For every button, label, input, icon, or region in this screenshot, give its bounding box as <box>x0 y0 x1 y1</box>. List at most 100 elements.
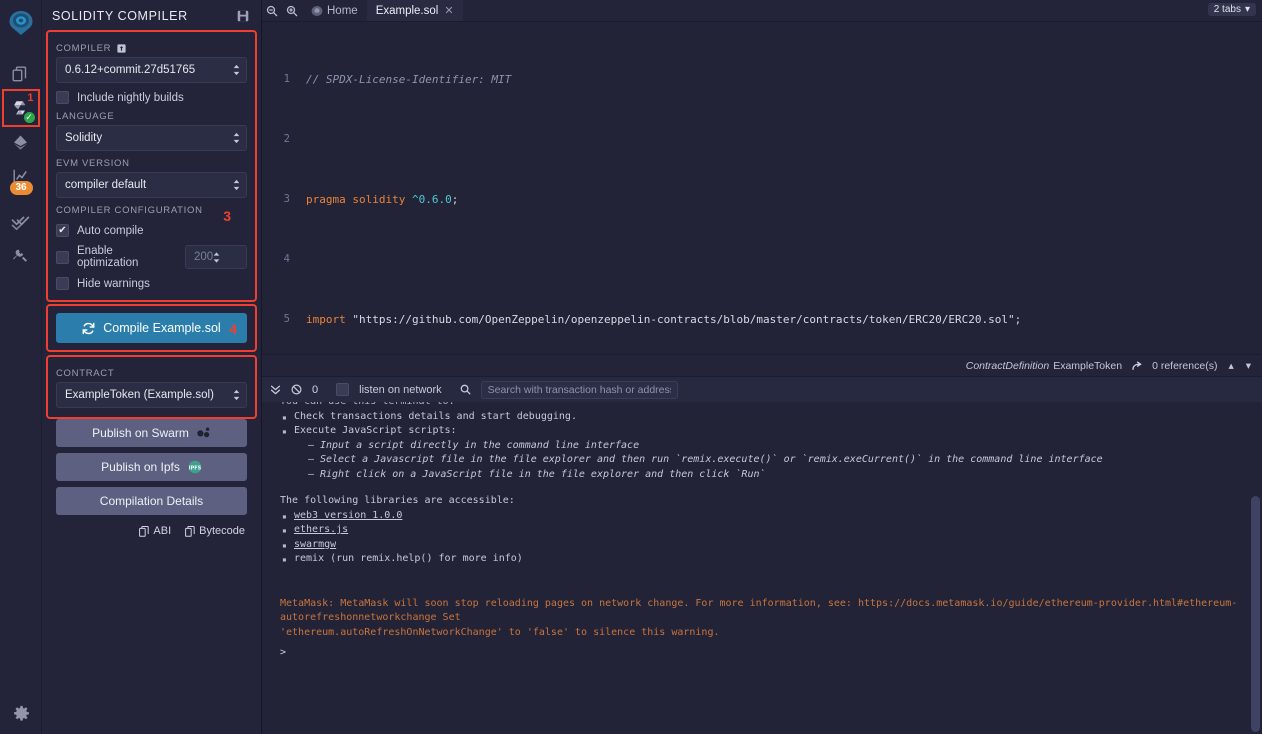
remix-ide-window: 1 ✓ 36 SOLIDITY COMPILER 3 COMPILER 0.6.… <box>0 0 1262 734</box>
include-nightly-builds-row[interactable]: Include nightly builds <box>56 91 247 104</box>
sidebar-item-deploy-and-run[interactable] <box>0 125 42 159</box>
sidebar-item-plugin-manager[interactable] <box>0 239 42 273</box>
contract-select-group: 2 CONTRACT ExampleToken (Example.sol) <box>46 355 257 419</box>
tabs-count-label: 2 tabs <box>1213 4 1241 15</box>
contract-select[interactable]: ExampleToken (Example.sol) <box>56 382 247 408</box>
library-link-web3[interactable]: web3 version 1.0.0 <box>294 510 402 521</box>
auto-compile-label: Auto compile <box>77 224 144 237</box>
optimization-runs-stepper[interactable]: 200 <box>185 245 247 269</box>
ban-clear-icon[interactable] <box>291 384 302 395</box>
terminal-line: Input a script directly in the command l… <box>280 439 1262 454</box>
tabs-count-dropdown[interactable]: 2 tabs ▾ <box>1207 3 1256 16</box>
line-number: 1 <box>283 73 290 85</box>
terminal-line: ethers.js <box>280 523 1262 538</box>
code-content: 1 // SPDX-License-Identifier: MIT 2 3 pr… <box>262 22 1262 354</box>
copy-bytecode-label: Bytecode <box>199 525 245 537</box>
publish-on-swarm-label: Publish on Swarm <box>92 426 189 440</box>
listen-on-network-checkbox[interactable] <box>336 383 350 396</box>
sidebar-item-solidity-analyzers[interactable]: 36 <box>0 159 42 195</box>
editor-status-bar: ContractDefinition ExampleToken 0 refere… <box>262 354 1262 376</box>
terminal-warning-line-1: MetaMask: MetaMask will soon stop reload… <box>280 597 1238 624</box>
compiler-config-group: 3 COMPILER 0.6.12+commit.27d51765 Includ… <box>46 30 257 302</box>
hide-warnings-checkbox[interactable] <box>56 277 69 290</box>
sidebar-item-solidity-compiler[interactable]: 1 ✓ <box>1 89 40 127</box>
tab-home[interactable]: Home <box>302 0 367 21</box>
line-number: 5 <box>283 313 290 325</box>
solidity-compiler-panel: SOLIDITY COMPILER 3 COMPILER 0.6.12+comm… <box>42 0 262 734</box>
terminal-line: Execute JavaScript scripts: <box>280 424 1262 439</box>
compiler-badge-number: 1 <box>27 92 34 104</box>
contract-label: CONTRACT <box>56 368 115 379</box>
terminal-line: Select a Javascript file in the file exp… <box>280 453 1262 468</box>
remix-home-icon <box>311 5 323 17</box>
enable-optimization-checkbox[interactable] <box>56 250 69 264</box>
line-number: 2 <box>283 133 290 145</box>
publish-on-ipfs-button[interactable]: Publish on Ipfs IPFS <box>56 453 247 481</box>
evm-version-value: compiler default <box>65 179 147 191</box>
compiler-label-text: COMPILER <box>56 43 112 54</box>
refresh-icon <box>82 322 95 335</box>
compile-button-group: 4 Compile Example.sol <box>46 304 257 352</box>
enable-optimization-row[interactable]: Enable optimization 200 <box>56 245 247 269</box>
hide-warnings-row[interactable]: Hide warnings <box>56 277 247 290</box>
terminal-prompt: > <box>280 647 287 658</box>
symbol-name: ExampleToken <box>1053 359 1123 372</box>
terminal-output[interactable]: You can use this terminal to: Check tran… <box>262 402 1262 734</box>
zoom-out-icon[interactable] <box>262 0 282 21</box>
chevron-down-icon: ▾ <box>1244 4 1250 15</box>
code-line: 5 import "https://github.com/OpenZeppeli… <box>262 312 1262 327</box>
compilation-details-button[interactable]: Compilation Details <box>56 487 247 515</box>
terminal-scrollbar[interactable] <box>1251 430 1260 732</box>
publish-on-swarm-button[interactable]: Publish on Swarm <box>56 419 247 447</box>
chevron-up-icon[interactable]: ▴ <box>1227 360 1234 372</box>
compile-button-label: Compile Example.sol <box>103 321 221 335</box>
hide-warnings-label: Hide warnings <box>77 277 150 290</box>
line-number: 4 <box>283 253 290 265</box>
code-line: 1 // SPDX-License-Identifier: MIT <box>262 72 1262 87</box>
copy-bytecode-button[interactable]: Bytecode <box>185 525 245 537</box>
tab-home-label: Home <box>327 4 358 17</box>
analyzers-badge-count: 36 <box>9 181 33 195</box>
library-link-swarmgw[interactable]: swarmgw <box>294 539 336 550</box>
go-to-icon[interactable] <box>1132 361 1142 371</box>
symbol-kind: ContractDefinition <box>965 359 1050 372</box>
include-nightly-builds-checkbox[interactable] <box>56 91 69 104</box>
library-link-ethers[interactable]: ethers.js <box>294 524 348 535</box>
language-select[interactable]: Solidity <box>56 125 247 151</box>
terminal-search-input[interactable] <box>480 380 678 399</box>
language-label: LANGUAGE <box>56 111 115 122</box>
remix-logo-icon[interactable] <box>0 3 42 43</box>
close-icon[interactable]: ✕ <box>444 4 453 17</box>
publish-actions: Publish on Swarm Publish on Ipfs IPFS Co… <box>48 419 255 515</box>
compiler-version-select[interactable]: 0.6.12+commit.27d51765 <box>56 57 247 83</box>
sidebar-item-file-explorers[interactable] <box>0 57 42 91</box>
contract-value: ExampleToken (Example.sol) <box>65 389 214 401</box>
main-area: Home Example.sol ✕ 2 tabs ▾ 1 // SPDX-Li… <box>262 0 1262 734</box>
double-chevron-down-icon[interactable] <box>270 384 281 395</box>
compile-button[interactable]: Compile Example.sol <box>56 313 247 343</box>
search-icon[interactable] <box>460 384 471 395</box>
copy-abi-button[interactable]: ABI <box>139 525 171 537</box>
svg-text:IPFS: IPFS <box>189 465 202 471</box>
editor-tabbar: Home Example.sol ✕ 2 tabs ▾ <box>262 0 1262 22</box>
include-nightly-builds-label: Include nightly builds <box>77 91 184 104</box>
listen-on-network-label: listen on network <box>359 383 442 396</box>
enable-optimization-label: Enable optimization <box>77 245 139 269</box>
compiler-version-value: 0.6.12+commit.27d51765 <box>65 64 196 76</box>
zoom-in-icon[interactable] <box>282 0 302 21</box>
code-editor[interactable]: 1 // SPDX-License-Identifier: MIT 2 3 pr… <box>262 22 1262 354</box>
tab-example-sol[interactable]: Example.sol ✕ <box>366 0 463 21</box>
upload-compiler-icon[interactable] <box>117 44 126 53</box>
evm-version-select[interactable]: compiler default <box>56 172 247 198</box>
spinner-arrows-icon <box>233 179 240 191</box>
compiler-version-label: COMPILER <box>56 43 247 54</box>
save-icon[interactable] <box>237 10 249 22</box>
settings-gear-icon[interactable] <box>0 705 42 722</box>
copy-icon <box>185 525 195 537</box>
auto-compile-row[interactable]: ✔ Auto compile <box>56 224 247 237</box>
sidebar-item-solidity-unit-testing[interactable] <box>0 205 42 239</box>
auto-compile-checkbox[interactable]: ✔ <box>56 224 69 237</box>
code-line: 2 <box>262 132 1262 147</box>
chevron-down-icon[interactable]: ▾ <box>1245 360 1252 372</box>
terminal-spacer <box>280 567 1262 597</box>
